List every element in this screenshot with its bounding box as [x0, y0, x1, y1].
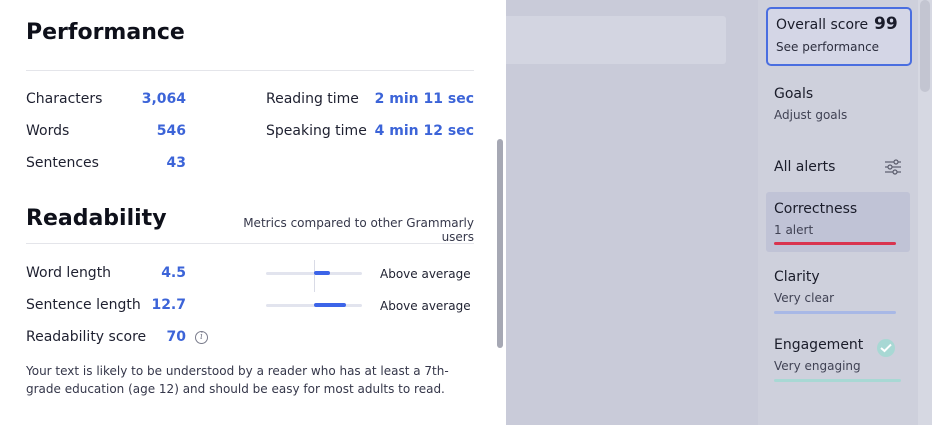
- meter-average-line: [314, 260, 315, 292]
- words-value: 546: [156, 123, 186, 139]
- info-icon[interactable]: i: [195, 331, 208, 344]
- performance-panel: Performance Characters 3,064 Words 546 S…: [0, 0, 506, 425]
- characters-label: Characters: [26, 91, 103, 107]
- sentence-length-meter-fill: [314, 303, 346, 307]
- all-alerts-tab[interactable]: All alerts: [774, 159, 835, 175]
- readability-note: Metrics compared to other Grammarly user…: [243, 216, 474, 244]
- clarity-status: Very clear: [774, 291, 835, 305]
- divider: [26, 243, 474, 244]
- words-label: Words: [26, 123, 70, 139]
- editor-card: [506, 16, 726, 64]
- adjust-goals-link[interactable]: Adjust goals: [774, 108, 847, 122]
- characters-value: 3,064: [141, 91, 186, 107]
- readability-heading: Readability: [26, 206, 167, 231]
- page-scrollbar-thumb[interactable]: [920, 0, 930, 92]
- readability-description: Your text is likely to be understood by …: [26, 364, 449, 396]
- engagement-tab[interactable]: Engagement: [774, 337, 863, 353]
- engagement-bar: [774, 379, 901, 382]
- word-length-value: 4.5: [161, 265, 186, 281]
- overall-score-label: Overall score: [776, 17, 869, 33]
- divider: [26, 70, 474, 71]
- filter-settings-icon[interactable]: [884, 158, 902, 176]
- overall-score-value: 99: [874, 14, 898, 34]
- sentence-length-value: 12.7: [151, 297, 186, 313]
- speaking-time-value: 4 min 12 sec: [374, 123, 474, 139]
- correctness-label[interactable]: Correctness: [774, 201, 857, 217]
- sentence-length-rating: Above average: [380, 299, 471, 313]
- speaking-time-label: Speaking time: [266, 123, 367, 139]
- goals-button[interactable]: Goals: [774, 86, 813, 102]
- readability-score-value: 70: [166, 329, 186, 345]
- word-length-rating: Above average: [380, 267, 471, 281]
- overall-score-button[interactable]: Overall score 99 See performance: [766, 7, 912, 66]
- performance-heading: Performance: [26, 20, 185, 45]
- reading-time-value: 2 min 11 sec: [374, 91, 474, 107]
- engagement-status: Very engaging: [774, 359, 861, 373]
- word-length-meter-fill: [314, 271, 330, 275]
- word-length-label: Word length: [26, 265, 112, 281]
- sentences-label: Sentences: [26, 155, 99, 171]
- check-icon: [877, 339, 895, 357]
- correctness-count: 1 alert: [774, 223, 814, 237]
- see-performance-link[interactable]: See performance: [776, 40, 879, 54]
- correctness-bar: [774, 242, 896, 245]
- clarity-tab[interactable]: Clarity: [774, 269, 820, 285]
- clarity-bar: [774, 311, 896, 314]
- panel-scrollbar-thumb[interactable]: [497, 139, 503, 348]
- reading-time-label: Reading time: [266, 91, 359, 107]
- sentences-value: 43: [166, 155, 186, 171]
